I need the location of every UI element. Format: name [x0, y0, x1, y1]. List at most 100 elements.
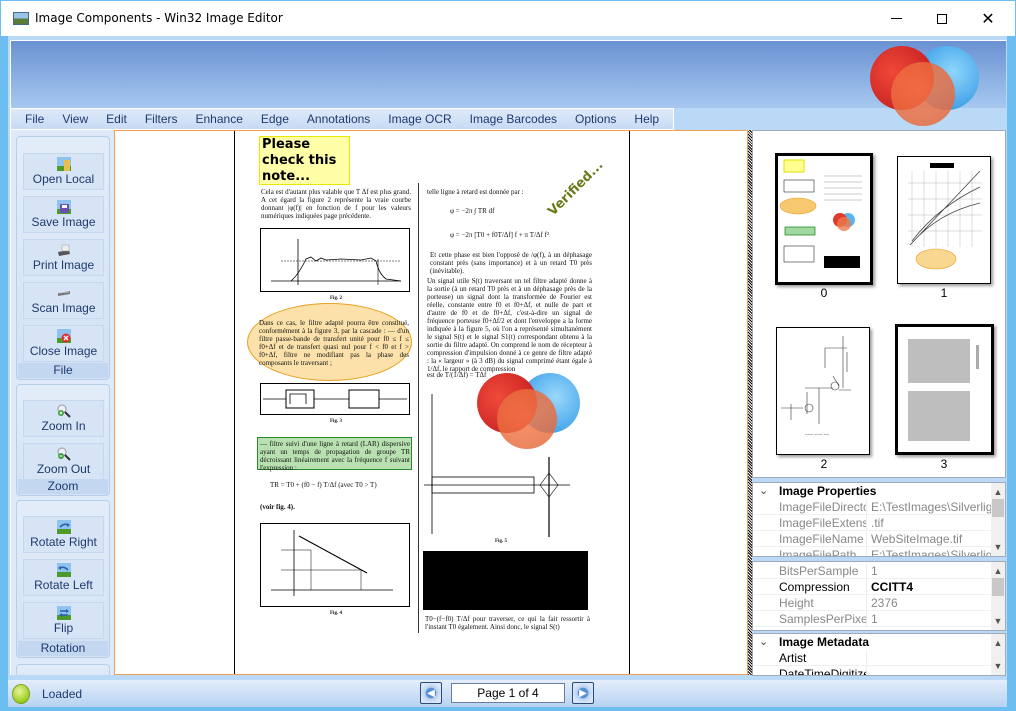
sticky-note-annotation[interactable]: Please check this note... — [259, 136, 350, 185]
property-row[interactable]: DateTimeDigitized — [753, 666, 1005, 675]
tiff-tags-scrollbar[interactable]: ▲ ▼ — [991, 562, 1005, 630]
app-window: Image Components - Win32 Image Editor ✕ … — [0, 0, 1016, 711]
property-row[interactable]: ImageFileName WebSiteImage.tif — [753, 531, 1005, 547]
thumbnail-page-2[interactable]: ~~~ ~~~ ~~ — [776, 327, 870, 455]
property-row-selected[interactable]: Compression CCITT4 — [753, 579, 1005, 595]
figure-5-caption: Fig. 5 — [495, 539, 507, 544]
voir-text: (voir fig. 4). — [260, 503, 295, 511]
menu-edge[interactable]: Edge — [252, 112, 298, 126]
close-window-button[interactable]: ✕ — [965, 1, 1011, 36]
collapse-chevron-icon: ⌄ — [759, 636, 769, 648]
rotate-right-button[interactable]: Rotate Right — [23, 516, 104, 553]
window-title: Image Components - Win32 Image Editor — [35, 11, 283, 25]
scroll-thumb[interactable] — [992, 578, 1004, 596]
menu-annotations[interactable]: Annotations — [298, 112, 379, 126]
menu-file[interactable]: File — [11, 112, 53, 126]
maximize-icon — [937, 13, 947, 24]
status-bar: Loaded ◀ Page 1 of 4 ▶ — [8, 680, 1007, 707]
file-group: Open Local Save Image Print Image Scan I… — [16, 136, 110, 380]
rotation-group: Rotate Right Rotate Left Flip Rotation — [16, 500, 110, 658]
image-properties-header[interactable]: ⌄ Image Properties — [753, 483, 1005, 499]
menu-edit[interactable]: Edit — [97, 112, 136, 126]
highlight-text: — filtre suivi d'une ligne à retard (LAR… — [260, 440, 410, 472]
figure-2-caption: Fig. 2 — [330, 296, 342, 301]
image-viewer[interactable]: Please check this note... Verified... Ce… — [114, 130, 748, 675]
menu-image-ocr[interactable]: Image OCR — [379, 112, 460, 126]
close-image-button[interactable]: Close Image — [23, 325, 104, 362]
thumbnail-page-3[interactable] — [895, 324, 994, 455]
thumbnail-image-3 — [908, 339, 979, 441]
menu-enhance[interactable]: Enhance — [187, 112, 252, 126]
image-properties-grid: ⌄Image Properties ImageFileDirectoryE:\T… — [752, 482, 1006, 557]
menu-bar: File View Edit Filters Enhance Edge Anno… — [10, 108, 674, 130]
minimize-button[interactable] — [873, 1, 919, 36]
figure-3 — [260, 383, 410, 415]
scroll-down-icon[interactable]: ▼ — [991, 614, 1005, 628]
scroll-up-icon[interactable]: ▲ — [991, 564, 1005, 578]
property-row[interactable]: BitsPerSample 1 — [753, 563, 1005, 579]
file-group-label: File — [18, 363, 108, 378]
zoom-out-button[interactable]: Zoom Out — [23, 443, 104, 480]
menu-options[interactable]: Options — [566, 112, 625, 126]
menu-view[interactable]: View — [53, 112, 97, 126]
figure-3-caption: Fig. 3 — [330, 419, 342, 424]
image-metadata-header[interactable]: ⌄ Image Metadata — [753, 634, 1005, 650]
open-folder-icon — [56, 157, 71, 171]
thumbnail-panel: 0 1 ~~~ ~~~ ~~ 2 3 — [752, 130, 1006, 478]
menu-filters[interactable]: Filters — [136, 112, 187, 126]
previous-page-button[interactable]: ◀ — [420, 682, 442, 704]
property-row[interactable]: ImageFileExtension.tif — [753, 515, 1005, 531]
print-image-button[interactable]: Print Image — [23, 239, 104, 276]
rotate-right-icon — [56, 520, 71, 534]
figure-4 — [260, 523, 410, 607]
scroll-up-icon[interactable]: ▲ — [991, 636, 1005, 650]
title-bar: Image Components - Win32 Image Editor ✕ — [1, 1, 1015, 36]
flip-button[interactable]: Flip — [23, 602, 104, 639]
arrow-right-icon: ▶ — [579, 687, 587, 699]
image-properties-scrollbar[interactable]: ▲ ▼ — [991, 483, 1005, 556]
printer-icon — [57, 244, 70, 256]
rotate-left-button[interactable]: Rotate Left — [23, 559, 104, 596]
property-row[interactable]: ImageFileDirectoryE:\TestImages\Silverli… — [753, 499, 1005, 515]
figure-2 — [260, 228, 410, 292]
property-row[interactable]: Artist — [753, 650, 1005, 666]
tool-sidebar: Open Local Save Image Print Image Scan I… — [10, 130, 114, 675]
svg-text:~~~ ~~~ ~~: ~~~ ~~~ ~~ — [805, 433, 829, 438]
property-row[interactable]: ImageFilePath E:\TestImages\Silverligh — [753, 547, 1005, 556]
collapse-chevron-icon: ⌄ — [759, 485, 769, 497]
menu-help[interactable]: Help — [625, 112, 668, 126]
status-led-icon — [12, 684, 30, 704]
menu-image-barcodes[interactable]: Image Barcodes — [461, 112, 566, 126]
thumbnail-page-1[interactable] — [897, 156, 991, 284]
paragraph: Cela est d'autant plus valable que T Δf … — [261, 188, 411, 220]
zoom-in-button[interactable]: Zoom In — [23, 400, 104, 437]
equation-1: φ = −2π ∫ TR df — [450, 207, 495, 215]
page-indicator: Page 1 of 4 — [451, 683, 565, 703]
open-local-button[interactable]: Open Local — [23, 153, 104, 190]
zoom-group-label: Zoom — [18, 479, 108, 494]
maximize-button[interactable] — [919, 1, 965, 36]
image-metadata-scrollbar[interactable]: ▲ ▼ — [991, 634, 1005, 675]
save-image-button[interactable]: Save Image — [23, 196, 104, 233]
redaction-annotation[interactable] — [423, 551, 588, 610]
property-row[interactable]: Height 2376 — [753, 595, 1005, 611]
zoom-in-icon — [57, 404, 71, 418]
scroll-down-icon[interactable]: ▼ — [991, 659, 1005, 673]
scroll-up-icon[interactable]: ▲ — [991, 485, 1005, 499]
scroll-thumb[interactable] — [992, 499, 1004, 517]
thumbnail-page-0[interactable] — [775, 153, 873, 285]
thumbnail-image-0 — [779, 159, 862, 268]
rotate-left-icon — [56, 563, 71, 577]
close-image-icon — [56, 329, 71, 343]
scanner-icon — [57, 291, 70, 296]
property-row[interactable]: SamplesPerPixel 1 — [753, 611, 1005, 627]
circles-image-annotation[interactable] — [475, 371, 585, 455]
next-page-button[interactable]: ▶ — [572, 682, 594, 704]
thumbnail-label-0: 0 — [820, 286, 828, 300]
save-disk-icon — [56, 200, 71, 214]
bottom-text: T0−(f−f0) T/Δf pour traverser, ce qui la… — [425, 615, 590, 631]
figure-3-diagram — [263, 389, 407, 409]
scan-image-button[interactable]: Scan Image — [23, 282, 104, 319]
scroll-down-icon[interactable]: ▼ — [991, 540, 1005, 554]
document-page: Please check this note... Verified... Ce… — [234, 131, 630, 674]
